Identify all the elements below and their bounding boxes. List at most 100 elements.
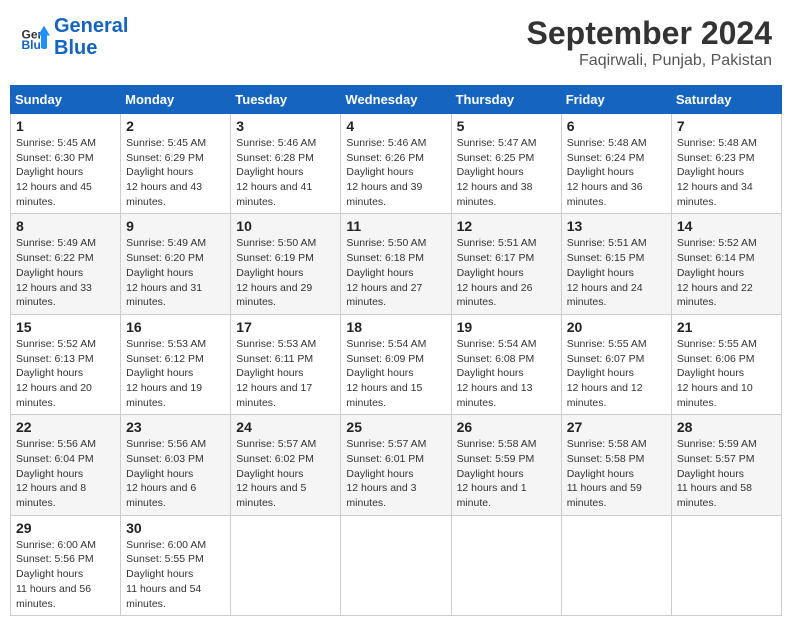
day-cell-13: 13 Sunrise: 5:51 AMSunset: 6:15 PMDaylig… [561, 214, 671, 314]
day-cell-23: 23 Sunrise: 5:56 AMSunset: 6:03 PMDaylig… [121, 415, 231, 515]
day-number-18: 18 [346, 319, 445, 335]
day-info-13: Sunrise: 5:51 AMSunset: 6:15 PMDaylight … [567, 236, 666, 309]
day-cell-26: 26 Sunrise: 5:58 AMSunset: 5:59 PMDaylig… [451, 415, 561, 515]
day-number-25: 25 [346, 419, 445, 435]
week-row-2: 8 Sunrise: 5:49 AMSunset: 6:22 PMDayligh… [11, 214, 782, 314]
title-block: September 2024 Faqirwali, Punjab, Pakist… [527, 15, 772, 70]
day-info-16: Sunrise: 5:53 AMSunset: 6:12 PMDaylight … [126, 337, 225, 410]
day-info-3: Sunrise: 5:46 AMSunset: 6:28 PMDaylight … [236, 136, 335, 209]
header-monday: Monday [121, 86, 231, 114]
day-info-25: Sunrise: 5:57 AMSunset: 6:01 PMDaylight … [346, 437, 445, 510]
day-info-23: Sunrise: 5:56 AMSunset: 6:03 PMDaylight … [126, 437, 225, 510]
day-info-14: Sunrise: 5:52 AMSunset: 6:14 PMDaylight … [677, 236, 776, 309]
day-info-8: Sunrise: 5:49 AMSunset: 6:22 PMDaylight … [16, 236, 115, 309]
day-cell-20: 20 Sunrise: 5:55 AMSunset: 6:07 PMDaylig… [561, 314, 671, 414]
day-cell-30: 30 Sunrise: 6:00 AMSunset: 5:55 PMDaylig… [121, 515, 231, 615]
day-cell-16: 16 Sunrise: 5:53 AMSunset: 6:12 PMDaylig… [121, 314, 231, 414]
day-number-17: 17 [236, 319, 335, 335]
day-info-12: Sunrise: 5:51 AMSunset: 6:17 PMDaylight … [457, 236, 556, 309]
day-info-10: Sunrise: 5:50 AMSunset: 6:19 PMDaylight … [236, 236, 335, 309]
weekday-header-row: Sunday Monday Tuesday Wednesday Thursday… [11, 86, 782, 114]
day-cell-8: 8 Sunrise: 5:49 AMSunset: 6:22 PMDayligh… [11, 214, 121, 314]
day-number-20: 20 [567, 319, 666, 335]
day-number-5: 5 [457, 118, 556, 134]
day-cell-1: 1 Sunrise: 5:45 AMSunset: 6:30 PMDayligh… [11, 114, 121, 214]
day-cell-18: 18 Sunrise: 5:54 AMSunset: 6:09 PMDaylig… [341, 314, 451, 414]
logo-general: General [54, 15, 128, 37]
day-number-19: 19 [457, 319, 556, 335]
day-cell-10: 10 Sunrise: 5:50 AMSunset: 6:19 PMDaylig… [231, 214, 341, 314]
day-cell-14: 14 Sunrise: 5:52 AMSunset: 6:14 PMDaylig… [671, 214, 781, 314]
day-number-6: 6 [567, 118, 666, 134]
logo-blue: Blue [54, 37, 97, 59]
day-number-15: 15 [16, 319, 115, 335]
day-info-20: Sunrise: 5:55 AMSunset: 6:07 PMDaylight … [567, 337, 666, 410]
day-cell-2: 2 Sunrise: 5:45 AMSunset: 6:29 PMDayligh… [121, 114, 231, 214]
day-info-17: Sunrise: 5:53 AMSunset: 6:11 PMDaylight … [236, 337, 335, 410]
day-cell-15: 15 Sunrise: 5:52 AMSunset: 6:13 PMDaylig… [11, 314, 121, 414]
day-info-30: Sunrise: 6:00 AMSunset: 5:55 PMDaylight … [126, 538, 225, 611]
empty-cell [341, 515, 451, 615]
day-number-7: 7 [677, 118, 776, 134]
day-cell-29: 29 Sunrise: 6:00 AMSunset: 5:56 PMDaylig… [11, 515, 121, 615]
day-number-9: 9 [126, 218, 225, 234]
day-number-4: 4 [346, 118, 445, 134]
location-title: Faqirwali, Punjab, Pakistan [527, 52, 772, 70]
day-info-28: Sunrise: 5:59 AMSunset: 5:57 PMDaylight … [677, 437, 776, 510]
day-number-2: 2 [126, 118, 225, 134]
day-cell-7: 7 Sunrise: 5:48 AMSunset: 6:23 PMDayligh… [671, 114, 781, 214]
day-info-29: Sunrise: 6:00 AMSunset: 5:56 PMDaylight … [16, 538, 115, 611]
day-number-29: 29 [16, 520, 115, 536]
day-number-26: 26 [457, 419, 556, 435]
day-cell-12: 12 Sunrise: 5:51 AMSunset: 6:17 PMDaylig… [451, 214, 561, 314]
logo-icon: Gen Blue [20, 22, 50, 52]
week-row-3: 15 Sunrise: 5:52 AMSunset: 6:13 PMDaylig… [11, 314, 782, 414]
day-number-28: 28 [677, 419, 776, 435]
day-cell-19: 19 Sunrise: 5:54 AMSunset: 6:08 PMDaylig… [451, 314, 561, 414]
day-info-7: Sunrise: 5:48 AMSunset: 6:23 PMDaylight … [677, 136, 776, 209]
day-info-5: Sunrise: 5:47 AMSunset: 6:25 PMDaylight … [457, 136, 556, 209]
day-cell-27: 27 Sunrise: 5:58 AMSunset: 5:58 PMDaylig… [561, 415, 671, 515]
logo: Gen Blue General Blue [20, 15, 128, 59]
empty-cell [561, 515, 671, 615]
day-number-23: 23 [126, 419, 225, 435]
day-number-12: 12 [457, 218, 556, 234]
day-cell-4: 4 Sunrise: 5:46 AMSunset: 6:26 PMDayligh… [341, 114, 451, 214]
day-cell-11: 11 Sunrise: 5:50 AMSunset: 6:18 PMDaylig… [341, 214, 451, 314]
header-tuesday: Tuesday [231, 86, 341, 114]
week-row-1: 1 Sunrise: 5:45 AMSunset: 6:30 PMDayligh… [11, 114, 782, 214]
day-info-26: Sunrise: 5:58 AMSunset: 5:59 PMDaylight … [457, 437, 556, 510]
day-info-24: Sunrise: 5:57 AMSunset: 6:02 PMDaylight … [236, 437, 335, 510]
day-info-18: Sunrise: 5:54 AMSunset: 6:09 PMDaylight … [346, 337, 445, 410]
day-number-22: 22 [16, 419, 115, 435]
header-sunday: Sunday [11, 86, 121, 114]
day-number-13: 13 [567, 218, 666, 234]
day-info-4: Sunrise: 5:46 AMSunset: 6:26 PMDaylight … [346, 136, 445, 209]
day-info-1: Sunrise: 5:45 AMSunset: 6:30 PMDaylight … [16, 136, 115, 209]
day-info-9: Sunrise: 5:49 AMSunset: 6:20 PMDaylight … [126, 236, 225, 309]
day-cell-5: 5 Sunrise: 5:47 AMSunset: 6:25 PMDayligh… [451, 114, 561, 214]
day-info-2: Sunrise: 5:45 AMSunset: 6:29 PMDaylight … [126, 136, 225, 209]
day-info-22: Sunrise: 5:56 AMSunset: 6:04 PMDaylight … [16, 437, 115, 510]
day-number-10: 10 [236, 218, 335, 234]
day-number-30: 30 [126, 520, 225, 536]
day-info-6: Sunrise: 5:48 AMSunset: 6:24 PMDaylight … [567, 136, 666, 209]
day-cell-17: 17 Sunrise: 5:53 AMSunset: 6:11 PMDaylig… [231, 314, 341, 414]
day-cell-22: 22 Sunrise: 5:56 AMSunset: 6:04 PMDaylig… [11, 415, 121, 515]
empty-cell [451, 515, 561, 615]
day-number-27: 27 [567, 419, 666, 435]
header-saturday: Saturday [671, 86, 781, 114]
day-info-21: Sunrise: 5:55 AMSunset: 6:06 PMDaylight … [677, 337, 776, 410]
day-cell-28: 28 Sunrise: 5:59 AMSunset: 5:57 PMDaylig… [671, 415, 781, 515]
day-cell-3: 3 Sunrise: 5:46 AMSunset: 6:28 PMDayligh… [231, 114, 341, 214]
day-number-14: 14 [677, 218, 776, 234]
day-info-19: Sunrise: 5:54 AMSunset: 6:08 PMDaylight … [457, 337, 556, 410]
logo-text: General Blue [54, 15, 128, 59]
calendar-table: Sunday Monday Tuesday Wednesday Thursday… [10, 85, 782, 616]
day-number-3: 3 [236, 118, 335, 134]
day-cell-25: 25 Sunrise: 5:57 AMSunset: 6:01 PMDaylig… [341, 415, 451, 515]
page-header: Gen Blue General Blue September 2024 Faq… [10, 10, 782, 75]
day-cell-9: 9 Sunrise: 5:49 AMSunset: 6:20 PMDayligh… [121, 214, 231, 314]
empty-cell [671, 515, 781, 615]
day-number-21: 21 [677, 319, 776, 335]
